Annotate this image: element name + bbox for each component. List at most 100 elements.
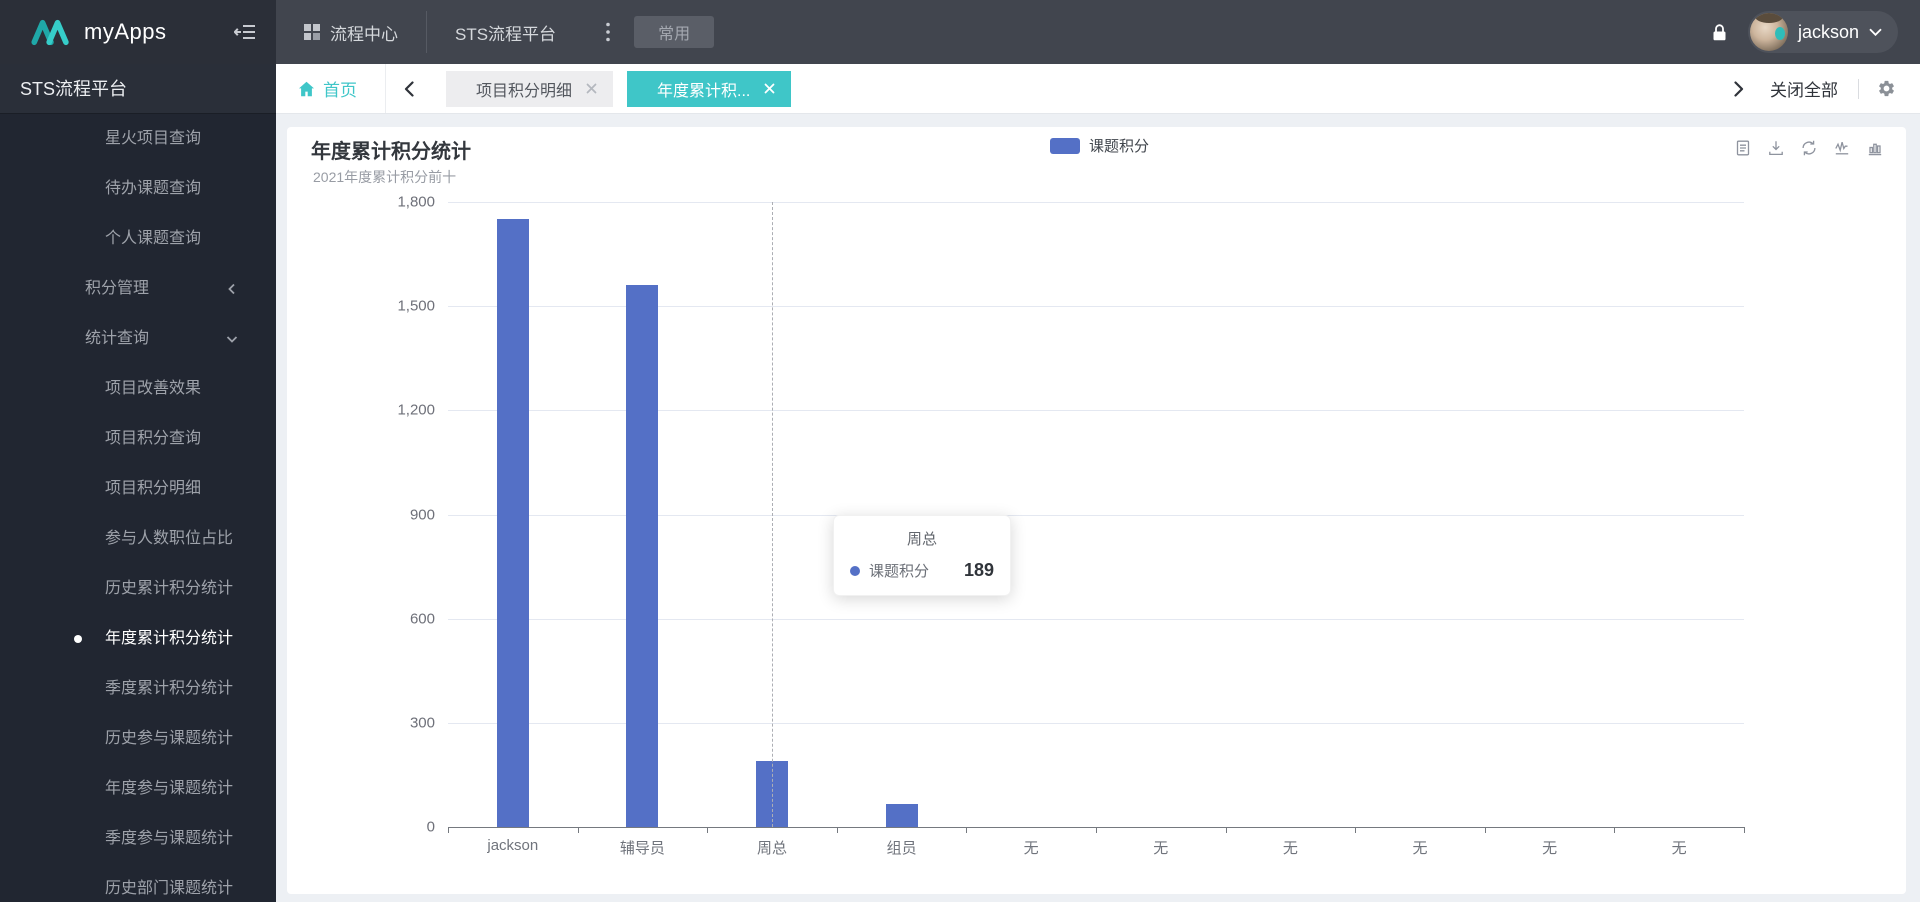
legend-item[interactable]: 课题积分 (1050, 135, 1149, 156)
x-axis-tick (577, 827, 579, 833)
x-axis-label: 无 (1542, 840, 1558, 857)
x-axis-label: 无 (1412, 840, 1428, 857)
x-axis-tick (1355, 827, 1357, 833)
tab-label: 年度累计积... (657, 82, 751, 100)
bar[interactable] (496, 219, 529, 827)
sidebar-item[interactable]: 积分管理 (0, 264, 276, 314)
collapse-sidebar-icon[interactable] (234, 24, 256, 40)
sidebar-item[interactable]: 参与人数职位占比 (0, 514, 276, 564)
x-axis-label: 无 (1282, 840, 1298, 857)
sidebar-item-label: 项目积分查询 (105, 430, 202, 447)
content-area: 年度累计积分统计 2021年度累计积分前十 课题积分 0 300 600 900… (276, 114, 1920, 902)
chevron-left-icon (228, 283, 235, 295)
scroll-tabs-left-button[interactable] (386, 64, 432, 113)
sidebar-item-label: 历史累计积分统计 (105, 580, 234, 597)
x-axis-label: 无 (1671, 840, 1687, 857)
sidebar-item-label: 季度累计积分统计 (105, 680, 234, 697)
sidebar-item[interactable]: 历史累计积分统计 (0, 564, 276, 614)
nav-sts-platform[interactable]: STS流程平台 (427, 0, 584, 64)
x-axis-tick (966, 827, 968, 833)
sidebar-item-label: 个人课题查询 (105, 230, 202, 247)
legend-label: 课题积分 (1089, 138, 1150, 155)
sidebar-item[interactable]: 年度累计积分统计 (0, 614, 276, 664)
tooltip-series-dot (850, 565, 860, 576)
save-image-icon[interactable] (1767, 139, 1785, 157)
tab-home-label: 首页 (323, 81, 357, 100)
tooltip-category: 周总 (906, 531, 937, 548)
user-menu[interactable]: jackson (1747, 11, 1898, 53)
avatar (1749, 13, 1788, 51)
chart-tooltip: 周总 课题积分 189 (833, 515, 1011, 596)
nav-process-center-label: 流程中心 (330, 24, 398, 44)
sidebar-item[interactable]: 季度累计积分统计 (0, 664, 276, 714)
x-axis-label: 组员 (886, 840, 917, 857)
tooltip-value: 189 (963, 560, 994, 580)
tab-label: 项目积分明细 (476, 82, 573, 100)
sidebar-item[interactable]: 星火项目查询 (0, 114, 276, 164)
chart-toolbox (1734, 139, 1884, 157)
lock-icon[interactable] (1711, 23, 1728, 42)
sidebar-item[interactable]: 项目改善效果 (0, 364, 276, 414)
frequent-button[interactable]: 常用 (634, 16, 715, 48)
y-axis-label: 600 (409, 610, 435, 628)
sidebar-item-label: 历史参与课题统计 (105, 730, 234, 747)
close-icon[interactable] (764, 83, 775, 94)
x-axis-label: 无 (1153, 840, 1169, 857)
bar[interactable] (626, 285, 659, 827)
tooltip-series-label: 课题积分 (869, 563, 930, 580)
chevron-down-icon (226, 336, 238, 343)
x-axis-tick (1614, 827, 1616, 833)
x-axis-tick (1096, 827, 1097, 833)
close-all-button[interactable]: 关闭全部 (1770, 76, 1838, 101)
kebab-menu-icon[interactable] (606, 22, 610, 42)
y-axis-label: 1,500 (397, 297, 435, 315)
logo-area: myApps (0, 0, 276, 64)
home-icon (298, 81, 315, 97)
username: jackson (1797, 21, 1859, 42)
sidebar-item[interactable]: 项目积分查询 (0, 414, 276, 464)
sidebar-item-label: 年度参与课题统计 (105, 780, 234, 797)
x-axis-tick (1744, 827, 1745, 833)
nav-process-center[interactable]: 流程中心 (276, 0, 426, 64)
sidebar-item[interactable]: 历史参与课题统计 (0, 714, 276, 764)
sidebar-item[interactable]: 季度参与课题统计 (0, 814, 276, 864)
gear-icon[interactable] (1877, 79, 1896, 98)
x-axis-label: 辅导员 (619, 840, 665, 857)
sidebar-item-label: 项目积分明细 (105, 480, 202, 497)
sidebar-item[interactable]: 统计查询 (0, 314, 276, 364)
sidebar-item-label: 季度参与课题统计 (105, 830, 234, 847)
tooltip-row: 课题积分 189 (850, 560, 994, 581)
sidebar-item[interactable]: 历史部门课题统计 (0, 864, 276, 902)
sidebar-item-label: 项目改善效果 (105, 380, 202, 397)
y-axis-label: 0 (426, 818, 435, 836)
chart-subtitle: 2021年度累计积分前十 (313, 169, 457, 185)
tab-home[interactable]: 首页 (276, 64, 386, 113)
sidebar-item[interactable]: 年度参与课题统计 (0, 764, 276, 814)
y-axis-label: 900 (409, 506, 435, 523)
restore-icon[interactable] (1800, 139, 1818, 157)
chart-plot[interactable]: 0 300 600 900 1,200 1,500 1,800 jackson 辅导员 周总 组员无… (397, 194, 1745, 857)
sidebar-item[interactable]: 个人课题查询 (0, 214, 276, 264)
sidebar-item-label: 年度累计积分统计 (105, 630, 234, 647)
bar[interactable] (885, 804, 918, 827)
bar-chart-icon[interactable] (1866, 139, 1884, 157)
sidebar-item-label: 参与人数职位占比 (105, 530, 234, 547)
scroll-tabs-right-button[interactable] (1716, 64, 1762, 113)
tabbar-right-cluster: 关闭全部 (1716, 64, 1920, 113)
logo-text: myApps (84, 19, 167, 44)
top-bar: myApps 流程中心 STS流程平台 常用 jackson (0, 0, 1920, 64)
document-tabs: 项目积分明细 年度累计积... (432, 70, 792, 107)
document-tab[interactable]: 年度累计积... (627, 70, 792, 107)
data-view-icon[interactable] (1734, 139, 1752, 157)
tab-bar: 首页 项目积分明细 年度累计积... 关闭全部 (276, 64, 1920, 114)
close-icon[interactable] (586, 83, 597, 94)
document-tab[interactable]: 项目积分明细 (446, 70, 614, 107)
x-axis-label: 无 (1023, 840, 1039, 857)
line-chart-icon[interactable] (1833, 139, 1851, 157)
chart-card: 年度累计积分统计 2021年度累计积分前十 课题积分 0 300 600 900… (287, 127, 1906, 894)
sidebar-item[interactable]: 待办课题查询 (0, 164, 276, 214)
x-axis-tick (836, 827, 838, 833)
sidebar-item[interactable]: 项目积分明细 (0, 464, 276, 514)
legend-swatch (1050, 137, 1080, 154)
chevron-down-icon (1869, 28, 1882, 36)
